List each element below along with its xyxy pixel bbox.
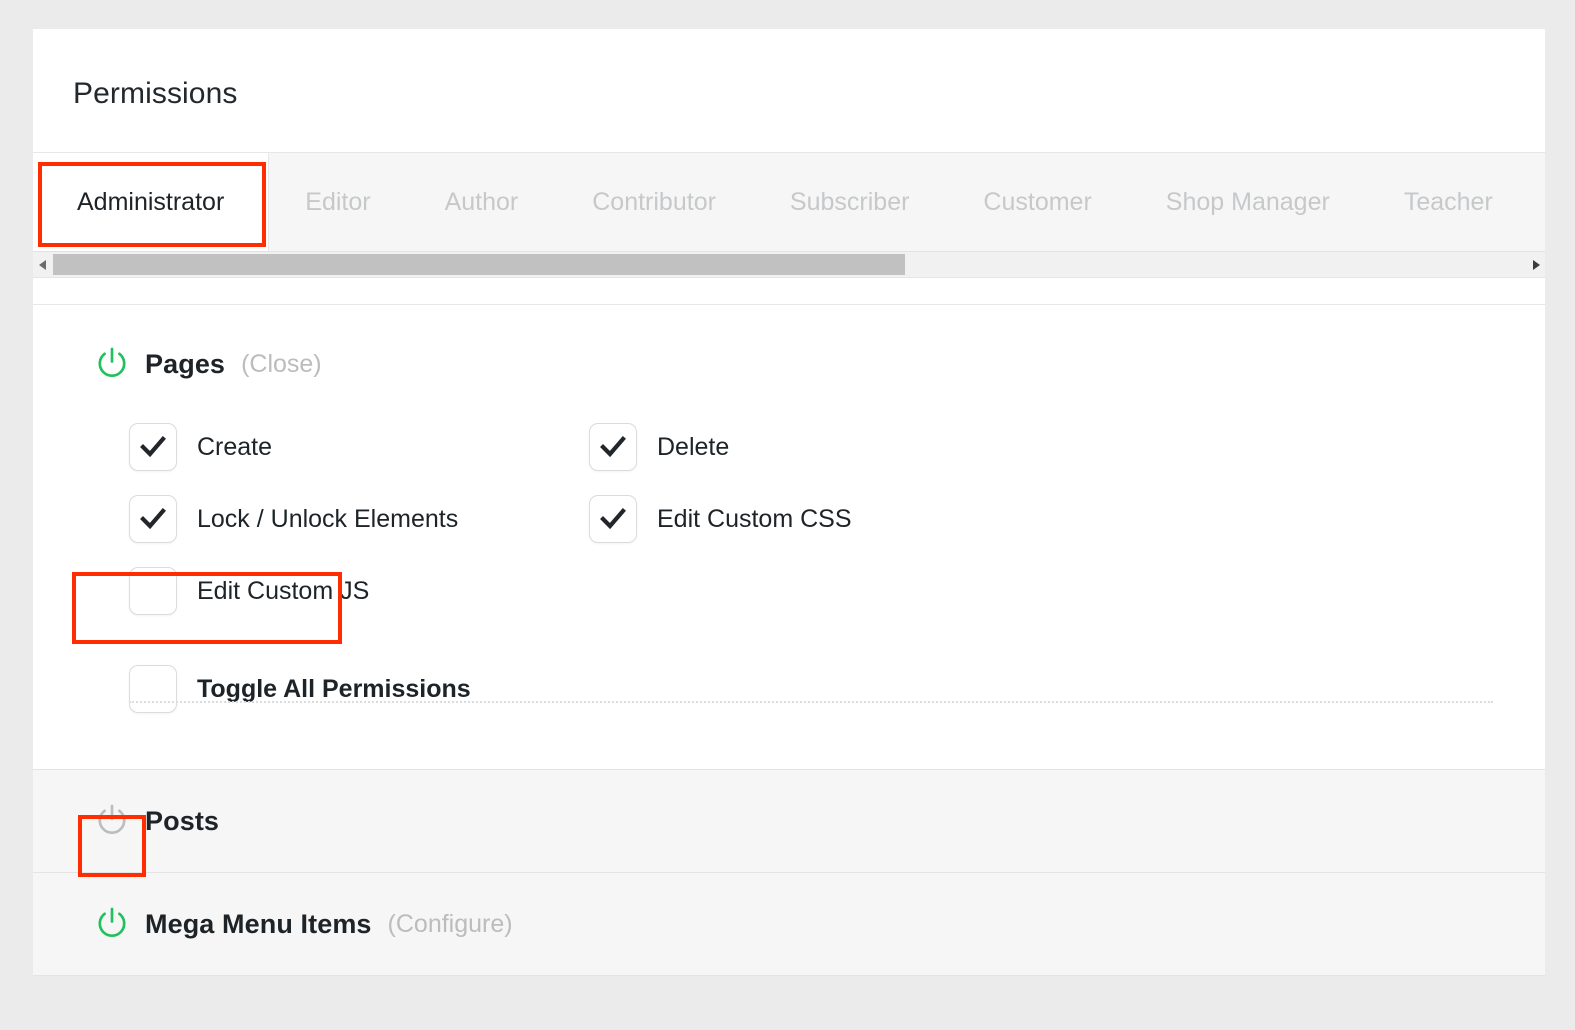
- checkbox-checked-icon[interactable]: [129, 423, 177, 471]
- tab-label: Author: [444, 187, 519, 216]
- tab-editor[interactable]: Editor: [268, 153, 407, 251]
- toggle-all-label: Toggle All Permissions: [197, 674, 471, 703]
- permission-delete[interactable]: Delete: [588, 423, 729, 471]
- section-posts-header: Posts: [33, 770, 1545, 872]
- permission-label: Edit Custom JS: [197, 576, 370, 605]
- power-toggle-icon[interactable]: [93, 345, 131, 383]
- permission-label: Lock / Unlock Elements: [197, 504, 459, 533]
- tab-subscriber[interactable]: Subscriber: [753, 153, 947, 251]
- panel-header: Permissions: [33, 29, 1545, 153]
- tab-contributor[interactable]: Contributor: [555, 153, 753, 251]
- tab-author[interactable]: Author: [408, 153, 556, 251]
- page-title: Permissions: [73, 77, 238, 110]
- checkbox-checked-icon[interactable]: [589, 423, 637, 471]
- section-divider: [129, 701, 1493, 703]
- permission-label: Delete: [657, 432, 730, 461]
- permission-label: Create: [197, 432, 273, 461]
- tab-administrator[interactable]: Administrator: [33, 153, 269, 251]
- section-pages: Pages (Close) Create Delete Lock / Unloc…: [33, 305, 1545, 770]
- permission-row: Create Delete: [33, 411, 1545, 483]
- tab-label: Contributor: [592, 187, 716, 216]
- section-mega-menu-header: Mega Menu Items (Configure): [33, 873, 1545, 975]
- tab-customer[interactable]: Customer: [946, 153, 1128, 251]
- checkbox-checked-icon[interactable]: [589, 495, 637, 543]
- section-configure-link[interactable]: (Configure): [388, 910, 513, 939]
- checkbox-unchecked-icon[interactable]: [129, 665, 177, 713]
- pages-permission-grid: Create Delete Lock / Unlock Elements Edi…: [33, 395, 1545, 725]
- power-toggle-icon[interactable]: [93, 802, 131, 840]
- tab-teacher[interactable]: Teacher: [1367, 153, 1530, 251]
- permission-create[interactable]: Create: [33, 423, 588, 471]
- tab-shop-manager[interactable]: Shop Manager: [1129, 153, 1367, 251]
- checkbox-unchecked-icon[interactable]: [129, 567, 177, 615]
- permission-edit-custom-css[interactable]: Edit Custom CSS: [588, 495, 852, 543]
- permission-label: Edit Custom CSS: [657, 504, 852, 533]
- section-title: Mega Menu Items: [145, 908, 372, 939]
- permission-toggle-all[interactable]: Toggle All Permissions: [33, 653, 1545, 725]
- tab-label: Shop Manager: [1165, 187, 1330, 216]
- permissions-panel: Permissions Administrator Editor Author …: [33, 29, 1545, 976]
- scroll-right-icon[interactable]: [1527, 252, 1545, 277]
- role-tabs: Administrator Editor Author Contributor …: [33, 153, 1545, 251]
- tabs-panel-gap: [33, 278, 1545, 305]
- scroll-left-icon[interactable]: [33, 252, 51, 277]
- tabs-horizontal-scrollbar[interactable]: [33, 252, 1545, 278]
- tab-label: Editor: [305, 187, 371, 216]
- permission-row: Lock / Unlock Elements Edit Custom CSS: [33, 483, 1545, 555]
- section-mega-menu-items: Mega Menu Items (Configure): [33, 873, 1545, 976]
- permission-edit-custom-js[interactable]: Edit Custom JS: [33, 567, 588, 615]
- section-pages-header: Pages (Close): [33, 305, 1545, 395]
- section-title: Pages: [145, 348, 226, 379]
- section-close-link[interactable]: (Close): [241, 350, 322, 379]
- role-tabs-bar: Administrator Editor Author Contributor …: [33, 153, 1545, 252]
- checkbox-checked-icon[interactable]: [129, 495, 177, 543]
- tab-label: Customer: [983, 187, 1092, 216]
- tab-label: Administrator: [77, 187, 225, 216]
- permission-lock-unlock-elements[interactable]: Lock / Unlock Elements: [33, 495, 588, 543]
- power-toggle-icon[interactable]: [93, 905, 131, 943]
- tab-label: Subscriber: [789, 187, 910, 216]
- permission-row: Edit Custom JS: [33, 555, 1545, 627]
- tab-label: Teacher: [1403, 187, 1493, 216]
- scrollbar-thumb[interactable]: [53, 254, 905, 275]
- section-posts: Posts: [33, 770, 1545, 873]
- section-title: Posts: [145, 805, 220, 836]
